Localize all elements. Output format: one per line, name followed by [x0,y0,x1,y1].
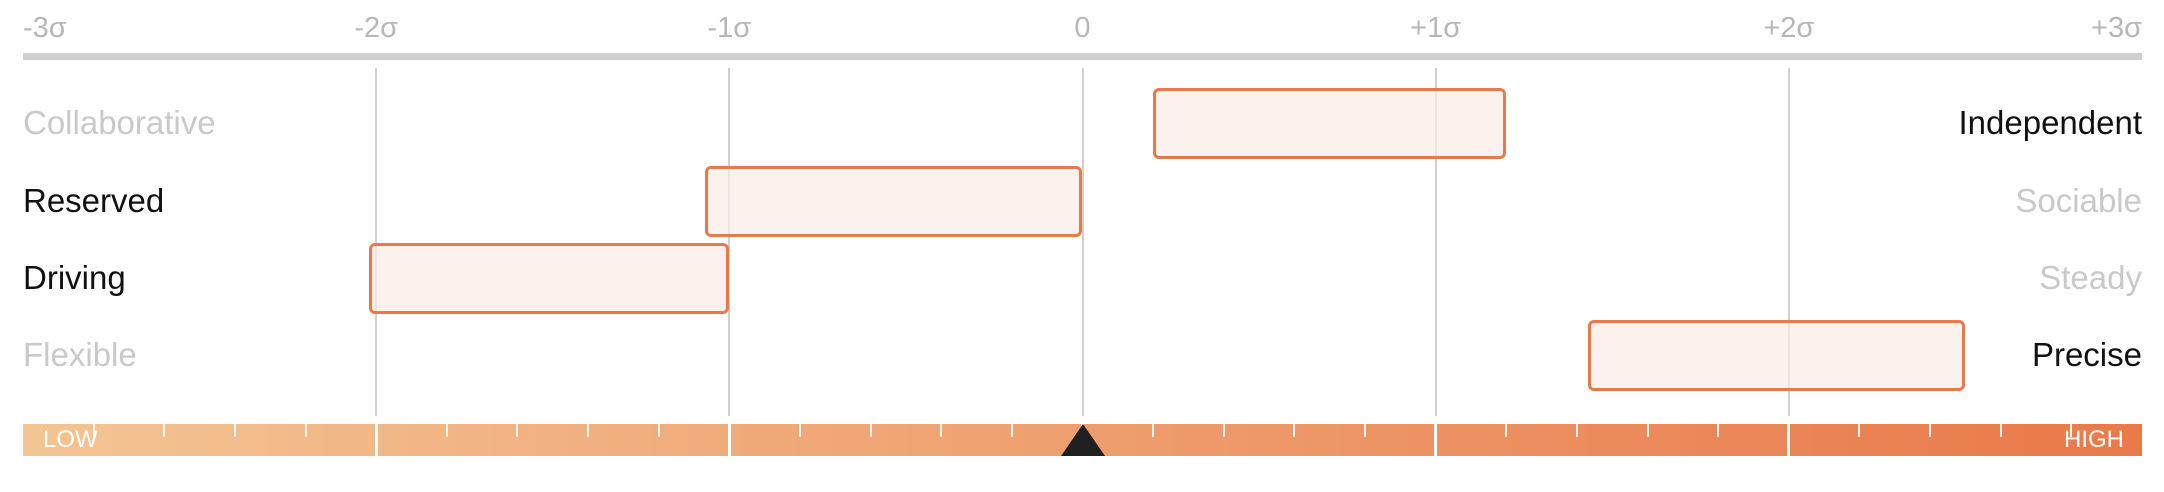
trait-range-bar [1153,88,1507,159]
gauge-tick [445,424,448,437]
trait-right-label: Independent [1958,104,2142,141]
gauge-tick [869,424,872,437]
trait-range-bar [1587,320,1966,391]
gauge-tick [304,424,307,437]
gauge-tick [1999,424,2002,437]
gauge-tick [92,424,95,437]
trait-range-bar [704,166,1083,237]
gauge-tick [1646,424,1649,437]
gauge-tick [1152,424,1155,437]
gauge-tick [1364,424,1367,437]
trait-left-label: Driving [23,259,126,296]
gauge-tick [587,424,590,437]
gauge-tick [657,424,660,437]
gauge-tick [2070,424,2073,437]
sigma-scale-chart: -3σ -2σ -1σ 0 +1σ +2σ +3σ Collaborative Indepen… [0,0,2164,492]
scale-top-rule [23,53,2142,60]
tick-label: -1σ [707,12,752,44]
gauge-divider [1434,424,1438,456]
tick-label: +1σ [1410,12,1462,44]
gridline [728,68,731,416]
gauge-tick [1505,424,1508,437]
tick-label: 0 [1074,12,1091,44]
tick-label: -2σ [354,12,398,44]
trait-left-label: Collaborative [23,104,216,141]
trait-left-label: Flexible [23,336,137,373]
trait-right-label: Precise [2031,336,2142,373]
gauge-divider [727,424,731,456]
gauge-tick [1575,424,1578,437]
tick-label: +3σ [2091,12,2142,44]
gridline [375,68,378,416]
gauge-tick [940,424,943,437]
trait-right-label: Sociable [2015,182,2142,219]
tick-label: +2σ [1763,12,1815,44]
gauge-divider [374,424,378,456]
tick-label: -3σ [23,12,67,44]
gauge-divider [1787,424,1791,456]
gauge-tick [1293,424,1296,437]
gauge-tick [1858,424,1861,437]
gauge-tick [516,424,519,437]
gauge-tick [1929,424,1932,437]
gauge-marker-triangle-icon [1060,424,1105,456]
gridline [1081,68,1084,416]
gauge-low-label: LOW [43,426,98,453]
trait-left-label: Reserved [23,182,165,219]
gauge-tick [1717,424,1720,437]
gauge-tick [163,424,166,437]
trait-range-bar [369,243,730,314]
gauge-tick [798,424,801,437]
gauge-tick [1222,424,1225,437]
gauge-high-label: HIGH [2064,426,2124,453]
gauge-tick [233,424,236,437]
trait-right-label: Steady [2039,259,2142,296]
gauge-tick [1010,424,1013,437]
